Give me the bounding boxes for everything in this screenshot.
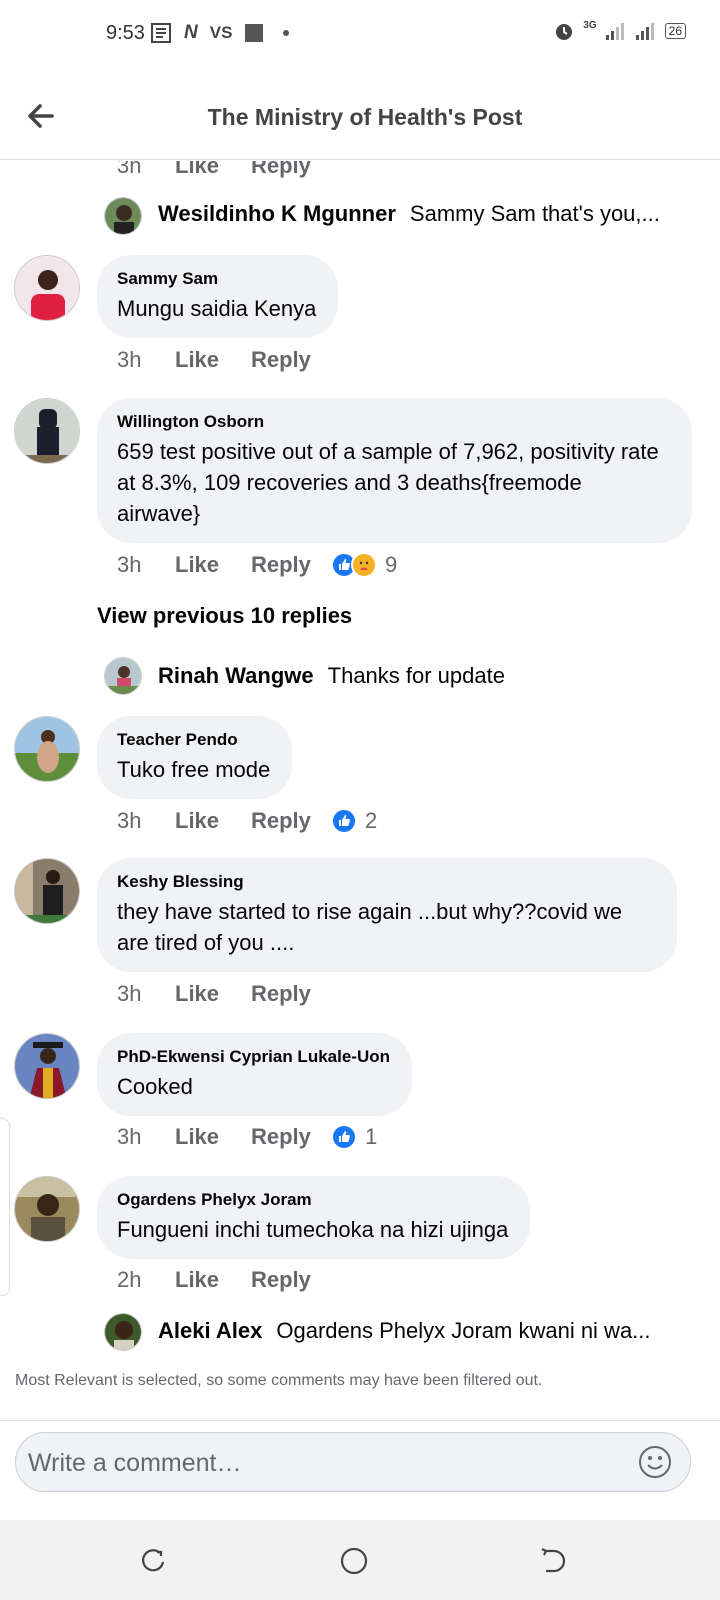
inline-reply[interactable]: Aleki Alex Ogardens Phelyx Joram kwani n…: [104, 1318, 672, 1344]
back-icon[interactable]: [538, 1546, 568, 1576]
signal-icon-2: [635, 23, 654, 40]
n-app-icon: N: [184, 22, 198, 43]
comment-time: 3h: [117, 552, 142, 577]
like-button[interactable]: Like: [175, 161, 251, 179]
comment-text: they have started to rise again ...but w…: [117, 899, 623, 955]
battery-icon: 26: [664, 23, 686, 39]
notes-icon: [151, 23, 171, 43]
avatar[interactable]: [14, 716, 80, 782]
status-bar: 9:53 N VS 3G 26: [0, 0, 720, 70]
like-button[interactable]: Like: [175, 1267, 251, 1293]
commenter-name[interactable]: Aleki Alex: [158, 1318, 262, 1344]
comment-composer: [0, 1420, 720, 1520]
comment-actions: 3h Like Reply: [117, 347, 331, 373]
comment-text: Fungueni inchi tumechoka na hizi ujinga: [117, 1217, 509, 1242]
comment-actions: 3h Like Reply 1: [117, 1124, 377, 1150]
comment-input[interactable]: [28, 1441, 628, 1485]
square-icon: [245, 24, 264, 42]
system-icons: 3G 26: [553, 20, 686, 42]
smiley-icon[interactable]: [638, 1445, 672, 1479]
comment-text: Ogardens Phelyx Joram kwani ni wa...: [276, 1318, 651, 1343]
comment-time: 2h: [117, 1267, 142, 1292]
like-button[interactable]: Like: [175, 347, 251, 373]
comments-feed[interactable]: 3h Like Reply Wesildinho K Mgunner Sammy…: [0, 161, 720, 1419]
comment-text: Sammy Sam that's you,...: [409, 201, 660, 226]
comment-time: 3h: [117, 347, 142, 372]
filter-note: Most Relevant is selected, so some comme…: [15, 1372, 543, 1389]
comment-bubble: Willington Osborn 659 test positive out …: [97, 398, 692, 543]
comment-actions-partial: 3h Like Reply: [117, 161, 331, 179]
like-button[interactable]: Like: [175, 981, 251, 1007]
comment-text: Tuko free mode: [117, 757, 271, 782]
comment-text: Thanks for update: [327, 663, 505, 688]
comment-actions: 3h Like Reply 9: [117, 552, 397, 578]
notification-icons: N VS: [150, 22, 296, 44]
reply-button[interactable]: Reply: [251, 808, 331, 834]
comment-input-container[interactable]: [15, 1432, 691, 1492]
view-previous-replies-link[interactable]: View previous 10 replies: [97, 603, 352, 629]
reply-button[interactable]: Reply: [251, 347, 331, 373]
signal-icon: [605, 23, 624, 40]
reaction-count: 2: [365, 808, 378, 833]
reply-button[interactable]: Reply: [251, 1267, 331, 1293]
reply-button[interactable]: Reply: [251, 161, 331, 179]
home-icon[interactable]: [339, 1546, 369, 1576]
comment-text: Cooked: [117, 1074, 193, 1099]
like-button[interactable]: Like: [175, 1124, 251, 1150]
avatar[interactable]: [14, 1176, 80, 1242]
vs-app-icon: VS: [209, 23, 233, 42]
commenter-name[interactable]: Wesildinho K Mgunner: [158, 201, 396, 227]
comment-bubble: Sammy Sam Mungu saidia Kenya: [97, 255, 339, 338]
like-reaction-icon: [331, 808, 357, 834]
page-title: The Ministry of Health's Post: [207, 104, 523, 130]
comment-bubble: Ogardens Phelyx Joram Fungueni inchi tum…: [97, 1176, 531, 1259]
avatar[interactable]: [14, 398, 80, 464]
comment-bubble: PhD-Ekwensi Cyprian Lukale-Uon Cooked: [97, 1033, 412, 1116]
commenter-name[interactable]: Sammy Sam: [117, 269, 316, 289]
status-time: 9:53: [106, 22, 145, 44]
reactions[interactable]: 9: [331, 552, 397, 578]
side-panel-handle[interactable]: [0, 1118, 10, 1296]
commenter-name[interactable]: PhD-Ekwensi Cyprian Lukale-Uon: [117, 1047, 390, 1067]
like-button[interactable]: Like: [175, 808, 251, 834]
like-button[interactable]: Like: [175, 552, 251, 578]
commenter-name[interactable]: Rinah Wangwe: [158, 663, 314, 689]
alarm-icon: [556, 24, 573, 40]
avatar[interactable]: [14, 255, 80, 321]
comment-actions: 2h Like Reply: [117, 1267, 331, 1293]
network-type: 3G: [583, 19, 597, 31]
comment-bubble: Teacher Pendo Tuko free mode: [97, 716, 293, 799]
commenter-name[interactable]: Keshy Blessing: [117, 872, 655, 892]
avatar[interactable]: [14, 858, 80, 924]
inline-reply[interactable]: Wesildinho K Mgunner Sammy Sam that's yo…: [104, 201, 674, 227]
comment-time: 3h: [117, 808, 142, 833]
comment-text: Mungu saidia Kenya: [117, 296, 317, 321]
commenter-name[interactable]: Teacher Pendo: [117, 730, 270, 750]
comment-actions: 3h Like Reply 2: [117, 808, 377, 834]
comment-text: 659 test positive out of a sample of 7,9…: [117, 439, 659, 526]
header: The Ministry of Health's Post: [0, 76, 720, 160]
reply-button[interactable]: Reply: [251, 1124, 331, 1150]
dot-icon: [283, 30, 290, 36]
recents-icon[interactable]: [138, 1546, 168, 1576]
commenter-name[interactable]: Willington Osborn: [117, 412, 670, 432]
reactions[interactable]: 1: [331, 1124, 377, 1150]
reactions[interactable]: 2: [331, 808, 377, 834]
reaction-count: 9: [385, 552, 398, 577]
care-reaction-icon: [351, 552, 377, 578]
reaction-count: 1: [365, 1124, 378, 1149]
commenter-name[interactable]: Ogardens Phelyx Joram: [117, 1190, 508, 1210]
system-nav-bar: [0, 1520, 720, 1600]
comment-bubble: Keshy Blessing they have started to rise…: [97, 858, 677, 972]
like-reaction-icon: [331, 1124, 357, 1150]
reply-button[interactable]: Reply: [251, 552, 331, 578]
comment-time: 3h: [117, 161, 142, 178]
inline-reply[interactable]: Rinah Wangwe Thanks for update: [104, 663, 674, 689]
comment-time: 3h: [117, 981, 142, 1006]
avatar[interactable]: [14, 1033, 80, 1099]
comment-actions: 3h Like Reply: [117, 981, 331, 1007]
comment-time: 3h: [117, 1124, 142, 1149]
reply-button[interactable]: Reply: [251, 981, 331, 1007]
